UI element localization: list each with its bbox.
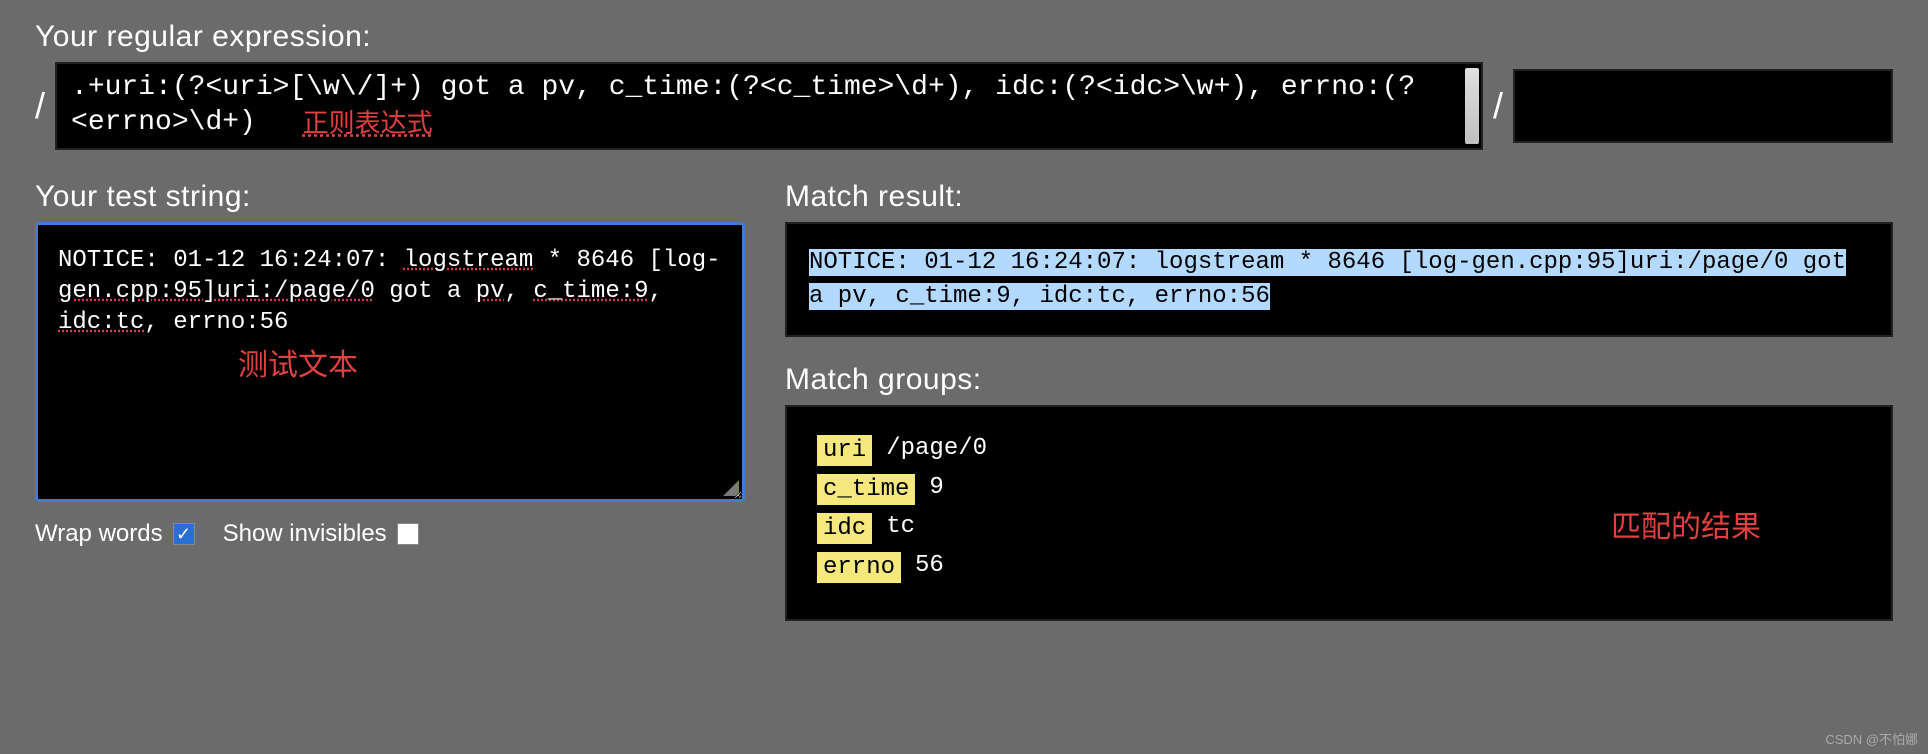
group-value: 9 [929, 474, 943, 501]
group-row: uri /page/0 [817, 435, 1861, 466]
test-text-content: NOTICE: 01-12 16:24:07: logstream * 8646… [58, 245, 722, 339]
show-invisibles-checkbox[interactable] [397, 523, 419, 545]
test-label: Your test string: [35, 180, 745, 214]
regex-label: Your regular expression: [35, 20, 1893, 54]
groups-annotation: 匹配的结果 [1611, 502, 1761, 546]
regex-pattern-text: .+uri:(?<uri>[\w\/]+) got a pv, c_time:(… [71, 72, 1415, 138]
result-label: Match result: [785, 180, 1893, 214]
group-name: idc [817, 513, 872, 544]
test-string-input[interactable]: NOTICE: 01-12 16:24:07: logstream * 8646… [35, 222, 745, 502]
regex-slash-close: / [1493, 85, 1503, 127]
group-value: 56 [915, 552, 944, 579]
group-name: errno [817, 552, 901, 583]
watermark: CSDN @不怕娜 [1825, 729, 1918, 748]
regex-annotation: 正则表达式 [303, 108, 433, 138]
group-name: c_time [817, 474, 915, 505]
match-result-text: NOTICE: 01-12 16:24:07: logstream * 8646… [809, 249, 1846, 310]
groups-label: Match groups: [785, 363, 1893, 397]
group-row: c_time 9 [817, 474, 1861, 505]
group-name: uri [817, 435, 872, 466]
match-groups-box: uri /page/0 c_time 9 idc tc errno 56 匹配的… [785, 405, 1893, 621]
show-invisibles-option[interactable]: Show invisibles [223, 520, 419, 548]
show-invisibles-label: Show invisibles [223, 520, 387, 548]
test-annotation: 测试文本 [238, 340, 358, 384]
wrap-words-option[interactable]: Wrap words ✓ [35, 520, 195, 548]
match-result-box: NOTICE: 01-12 16:24:07: logstream * 8646… [785, 222, 1893, 337]
group-value: tc [886, 513, 915, 540]
regex-input[interactable]: .+uri:(?<uri>[\w\/]+) got a pv, c_time:(… [55, 62, 1483, 150]
wrap-words-label: Wrap words [35, 520, 163, 548]
resize-handle-icon[interactable] [723, 480, 739, 496]
wrap-words-checkbox[interactable]: ✓ [173, 523, 195, 545]
regex-slash-open: / [35, 85, 45, 127]
group-row: errno 56 [817, 552, 1861, 583]
regex-row: / .+uri:(?<uri>[\w\/]+) got a pv, c_time… [35, 62, 1893, 150]
scrollbar-icon[interactable] [1465, 68, 1479, 144]
regex-flags-input[interactable] [1513, 69, 1893, 143]
group-value: /page/0 [886, 435, 987, 462]
